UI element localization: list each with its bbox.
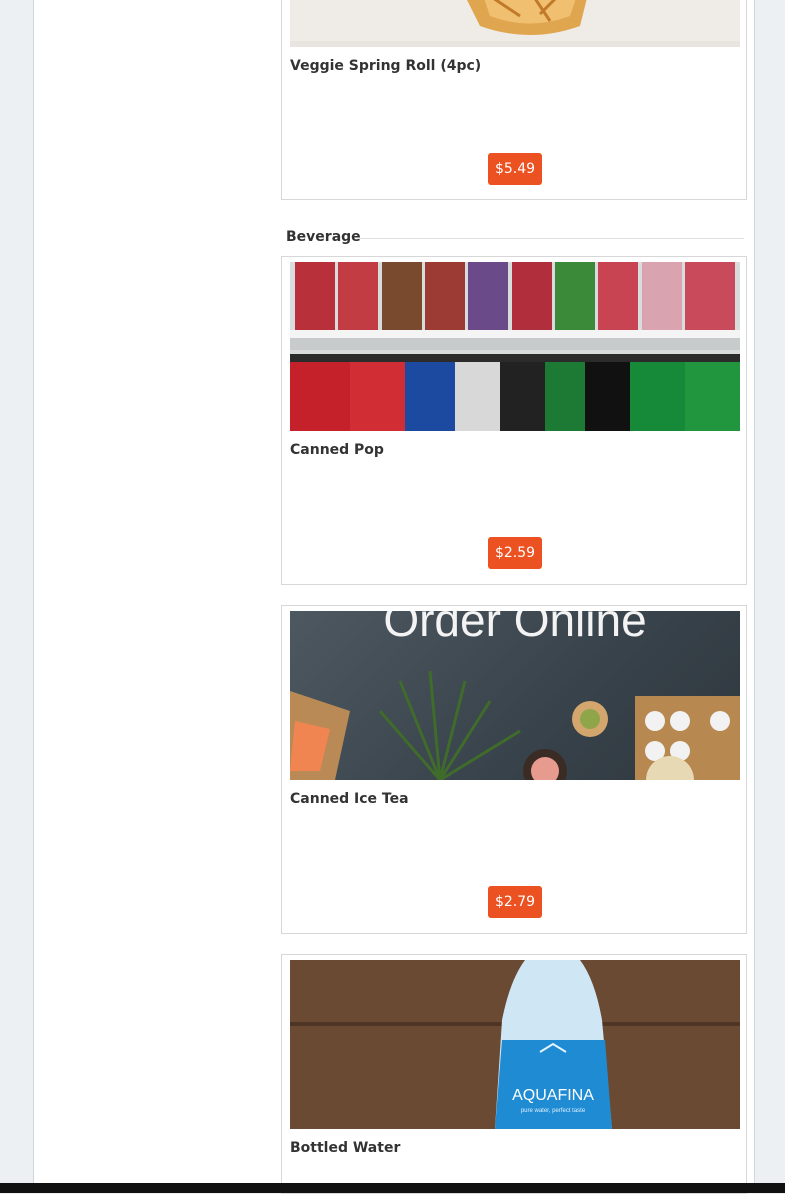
price-button[interactable]: $5.49 — [488, 153, 542, 185]
item-image — [290, 262, 740, 431]
item-image: AQUAFINA pure water, perfect taste — [290, 960, 740, 1129]
section-title-beverage: Beverage — [286, 229, 361, 245]
canned-pop-photo — [290, 262, 740, 431]
menu-item-card[interactable]: Canned Pop $2.59 — [281, 256, 747, 585]
menu-item-card[interactable]: Order Online Canned Ice Tea $2.79 — [281, 605, 747, 934]
water-tagline: pure water, perfect taste — [521, 1108, 586, 1114]
item-name: Canned Ice Tea — [290, 791, 409, 807]
water-brand-label: AQUAFINA — [512, 1087, 594, 1104]
bottled-water-photo: AQUAFINA pure water, perfect taste — [290, 960, 740, 1129]
item-name: Bottled Water — [290, 1140, 401, 1156]
item-image — [290, 0, 740, 47]
menu-item-card[interactable]: AQUAFINA pure water, perfect taste Bottl… — [281, 954, 747, 1194]
price-button[interactable]: $2.59 — [488, 537, 542, 569]
item-name: Veggie Spring Roll (4pc) — [290, 58, 482, 74]
sushi-photo — [290, 670, 740, 780]
item-name: Canned Pop — [290, 442, 384, 458]
item-image: Order Online — [290, 611, 740, 780]
menu-item-card[interactable]: Veggie Spring Roll (4pc) $5.49 — [281, 0, 747, 200]
price-button[interactable]: $2.79 — [488, 886, 542, 918]
bottom-bar — [0, 1183, 785, 1193]
section-divider — [358, 238, 744, 239]
spring-roll-photo — [290, 0, 740, 47]
